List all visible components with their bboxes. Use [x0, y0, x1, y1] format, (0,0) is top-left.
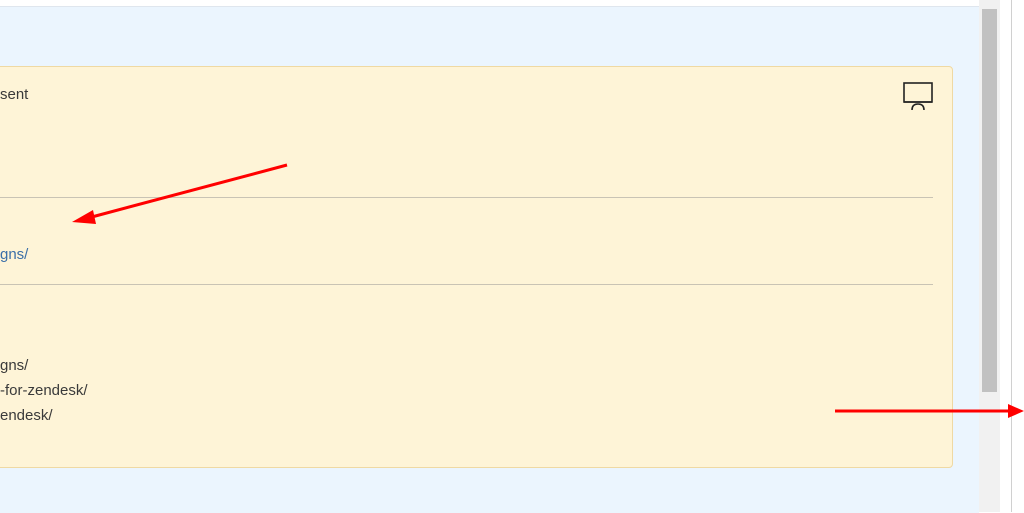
list-item: -for-zendesk/: [0, 382, 88, 399]
list-item: endesk/: [0, 407, 53, 424]
content-card: [0, 66, 953, 468]
card-header-text: sent: [0, 86, 29, 103]
scrollbar-thumb[interactable]: [982, 9, 997, 392]
presentation-screen-icon[interactable]: [902, 81, 934, 113]
right-gutter: [1000, 0, 1024, 512]
card-divider-top: [0, 197, 933, 198]
card-divider-bottom: [0, 284, 933, 285]
card-link[interactable]: gns/: [0, 246, 28, 263]
window-edge: [1011, 0, 1012, 512]
list-item: gns/: [0, 357, 29, 374]
